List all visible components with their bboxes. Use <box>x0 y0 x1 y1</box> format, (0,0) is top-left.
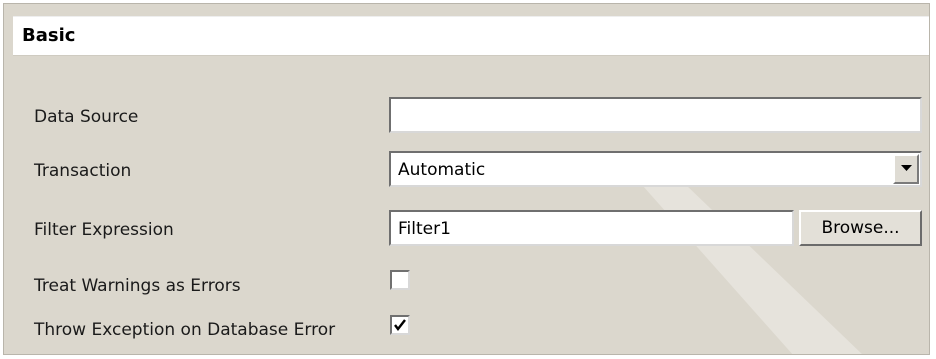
throw-exception-checkbox[interactable] <box>390 315 410 335</box>
section-header: Basic <box>13 16 929 56</box>
transaction-select[interactable]: Automatic <box>389 151 922 187</box>
filter-expression-input[interactable]: Filter1 <box>389 210 794 246</box>
data-source-input[interactable] <box>389 97 922 133</box>
throw-exception-label: Throw Exception on Database Error <box>34 320 336 340</box>
transaction-selected-value: Automatic <box>398 160 486 180</box>
browse-button[interactable]: Browse... <box>799 210 922 246</box>
treat-warnings-label: Treat Warnings as Errors <box>34 276 241 296</box>
properties-panel: Basic Data Source Transaction Automatic … <box>3 3 930 355</box>
filter-expression-label: Filter Expression <box>34 220 174 240</box>
checkmark-icon <box>394 319 406 331</box>
chevron-down-icon <box>901 165 912 171</box>
transaction-label: Transaction <box>34 161 132 181</box>
treat-warnings-checkbox[interactable] <box>390 270 410 290</box>
section-title: Basic <box>22 25 76 46</box>
transaction-dropdown-button[interactable] <box>893 154 919 184</box>
data-source-label: Data Source <box>34 107 139 127</box>
